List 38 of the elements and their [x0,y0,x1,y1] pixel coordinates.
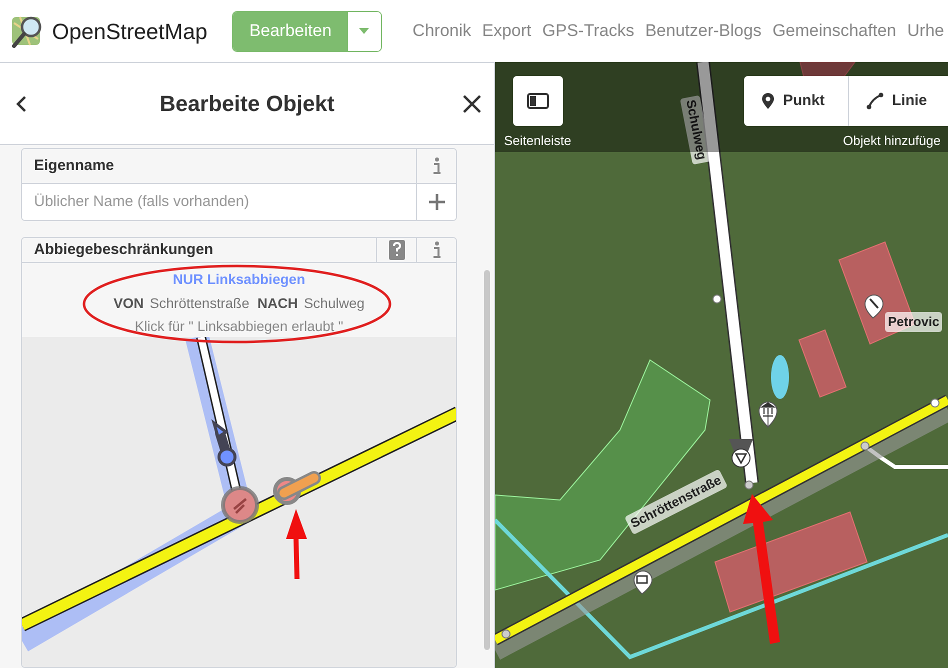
add-point-button[interactable]: Punkt [744,76,848,126]
nav-link[interactable]: Benutzer-Blogs [645,18,762,44]
to-road-name: Schulweg [304,294,365,313]
nav-link[interactable]: Urhe [907,18,944,44]
add-object-label: Objekt hinzufüge [843,132,941,150]
line-icon [866,92,884,110]
museum-pin-icon [758,402,778,428]
from-road-name: Schröttenstraße [150,294,250,313]
turn-arrow-icon [211,419,236,466]
sidebar-toggle-button[interactable] [513,76,563,126]
to-label: NACH [257,294,298,313]
nav-link[interactable]: Chronik [412,18,472,44]
annotation-arrow [286,509,307,580]
restriction-type-label: NUR Linksabbiegen [172,270,306,289]
junction-node-icon [221,486,259,524]
nav-link[interactable]: GPS-Tracks [542,18,634,44]
scrollbar-thumb[interactable] [484,270,490,650]
edit-button[interactable]: Bearbeiten [233,12,348,50]
field-label: Eigenname [33,156,116,176]
shelter-pin-icon [634,570,652,594]
close-icon[interactable] [462,94,482,114]
pin-icon [761,92,775,110]
sidebar-icon [527,93,549,109]
panel-title: Bearbeite Objekt [160,90,334,118]
nav-link[interactable]: Gemeinschaften [772,18,896,44]
add-line-button[interactable]: Linie [848,76,948,126]
site-title[interactable]: OpenStreetMap [52,14,208,48]
nav-link[interactable]: Export [482,18,532,44]
caret-icon [359,28,370,34]
sidebar-button-label: Seitenleiste [504,132,572,150]
give-way-sign-icon [729,439,753,468]
pin-icon [864,294,884,318]
map-label: Petrovic [885,312,942,332]
from-label: VON [113,294,144,313]
restriction-hint: Klick für " Linksabbiegen erlaubt " [134,317,344,336]
field-label: Abbiegebeschränkungen [33,240,214,260]
pool-drawing [771,355,789,399]
turn-indicator-icon [273,471,321,505]
